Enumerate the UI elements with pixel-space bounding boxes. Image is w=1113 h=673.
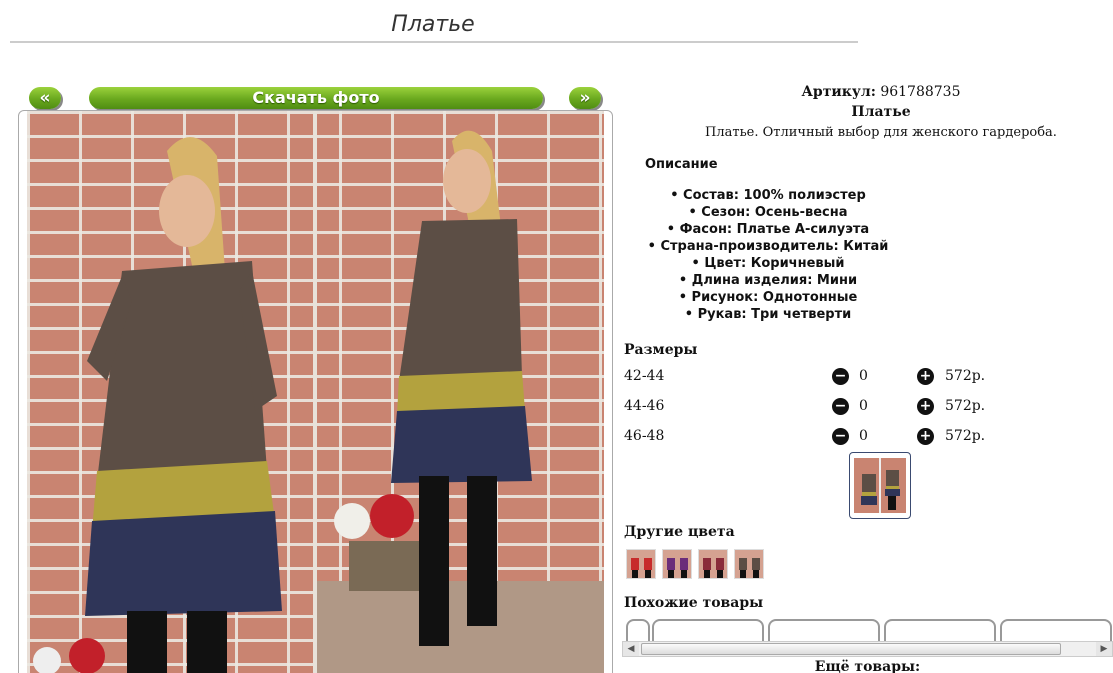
- color-variant-thumbnail[interactable]: [626, 549, 656, 579]
- minus-icon[interactable]: −: [832, 398, 849, 415]
- size-price: 572р.: [945, 428, 986, 444]
- color-variant-thumbnail[interactable]: [662, 549, 692, 579]
- size-price: 572р.: [945, 398, 986, 414]
- thumbnail-image: [854, 458, 906, 513]
- attribute-item: Рисунок: Однотонные: [600, 289, 936, 306]
- minus-icon[interactable]: −: [832, 368, 849, 385]
- size-price: 572р.: [945, 368, 986, 384]
- selected-color-thumbnail[interactable]: [849, 452, 911, 519]
- plus-icon[interactable]: +: [917, 428, 934, 445]
- carousel-scrollbar[interactable]: ◀ ▶: [622, 641, 1113, 657]
- size-label: 46-48: [624, 428, 665, 444]
- product-photo[interactable]: [27, 111, 604, 673]
- size-row: 46-48 − 0 + 572р.: [624, 426, 1024, 446]
- article-value: 961788735: [880, 84, 961, 100]
- title-divider: [10, 41, 858, 43]
- page-title: Платье: [391, 12, 475, 37]
- other-colors-title: Другие цвета: [624, 524, 735, 540]
- attribute-item: Цвет: Коричневый: [600, 255, 936, 272]
- attribute-list: Состав: 100% полиэстер Сезон: Осень-весн…: [600, 187, 936, 323]
- attribute-item: Фасон: Платье А-силуэта: [600, 221, 936, 238]
- description-title: Описание: [645, 157, 718, 172]
- sizes-title: Размеры: [624, 342, 698, 358]
- previous-photo-button[interactable]: «: [29, 87, 61, 109]
- attribute-item: Сезон: Осень-весна: [600, 204, 936, 221]
- scroll-left-icon[interactable]: ◀: [623, 642, 639, 656]
- quantity-value: 0: [859, 368, 868, 384]
- product-short-description: Платье. Отличный выбор для женского гард…: [705, 125, 1057, 140]
- similar-products-title: Похожие товары: [624, 595, 764, 611]
- quantity-value: 0: [859, 428, 868, 444]
- article-line: Артикул: 961788735: [622, 84, 1113, 100]
- article-label: Артикул:: [801, 84, 876, 100]
- attribute-item: Рукав: Три четверти: [600, 306, 936, 323]
- attribute-item: Страна-производитель: Китай: [600, 238, 936, 255]
- minus-icon[interactable]: −: [832, 428, 849, 445]
- quantity-value: 0: [859, 398, 868, 414]
- size-label: 44-46: [624, 398, 665, 414]
- size-row: 42-44 − 0 + 572р.: [624, 366, 1024, 386]
- plus-icon[interactable]: +: [917, 398, 934, 415]
- attribute-item: Длина изделия: Мини: [600, 272, 936, 289]
- plus-icon[interactable]: +: [917, 368, 934, 385]
- size-label: 42-44: [624, 368, 665, 384]
- scroll-right-icon[interactable]: ▶: [1096, 642, 1112, 656]
- download-photo-button[interactable]: Скачать фото: [89, 87, 543, 109]
- more-products-label[interactable]: Ещё товары:: [622, 659, 1113, 673]
- attribute-item: Состав: 100% полиэстер: [600, 187, 936, 204]
- color-variant-thumbnail[interactable]: [698, 549, 728, 579]
- next-photo-button[interactable]: »: [569, 87, 601, 109]
- color-variant-thumbnail[interactable]: [734, 549, 764, 579]
- product-name: Платье: [851, 104, 911, 120]
- product-photo-illustration: [33, 111, 604, 673]
- size-row: 44-46 − 0 + 572р.: [624, 396, 1024, 416]
- scrollbar-thumb[interactable]: [641, 643, 1061, 655]
